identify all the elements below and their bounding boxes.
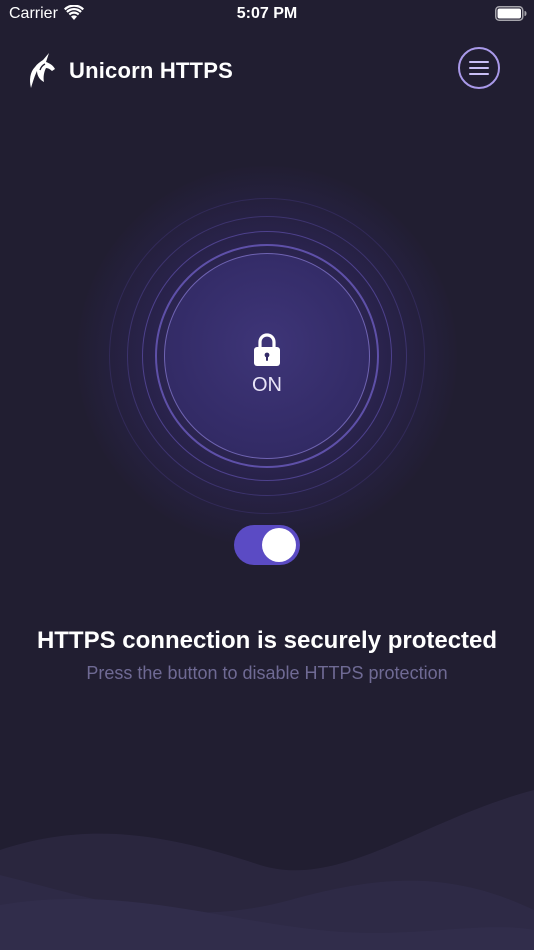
lock-icon	[254, 333, 280, 366]
hamburger-menu-icon	[469, 61, 489, 75]
https-protection-toggle[interactable]	[234, 525, 300, 565]
unicorn-logo-icon	[30, 53, 55, 88]
status-bar: Carrier 5:07 PM	[0, 0, 534, 28]
app-title: Unicorn HTTPS	[69, 58, 233, 83]
clock: 5:07 PM	[236, 5, 298, 22]
background-waves	[0, 790, 534, 950]
toggle-knob	[262, 528, 296, 562]
menu-button[interactable]	[458, 47, 500, 89]
status-hint: Press the button to disable HTTPS protec…	[86, 663, 448, 683]
battery-full-icon	[495, 6, 527, 21]
protection-status-label: ON	[252, 374, 282, 396]
status-headline: HTTPS connection is securely protected	[36, 627, 498, 654]
